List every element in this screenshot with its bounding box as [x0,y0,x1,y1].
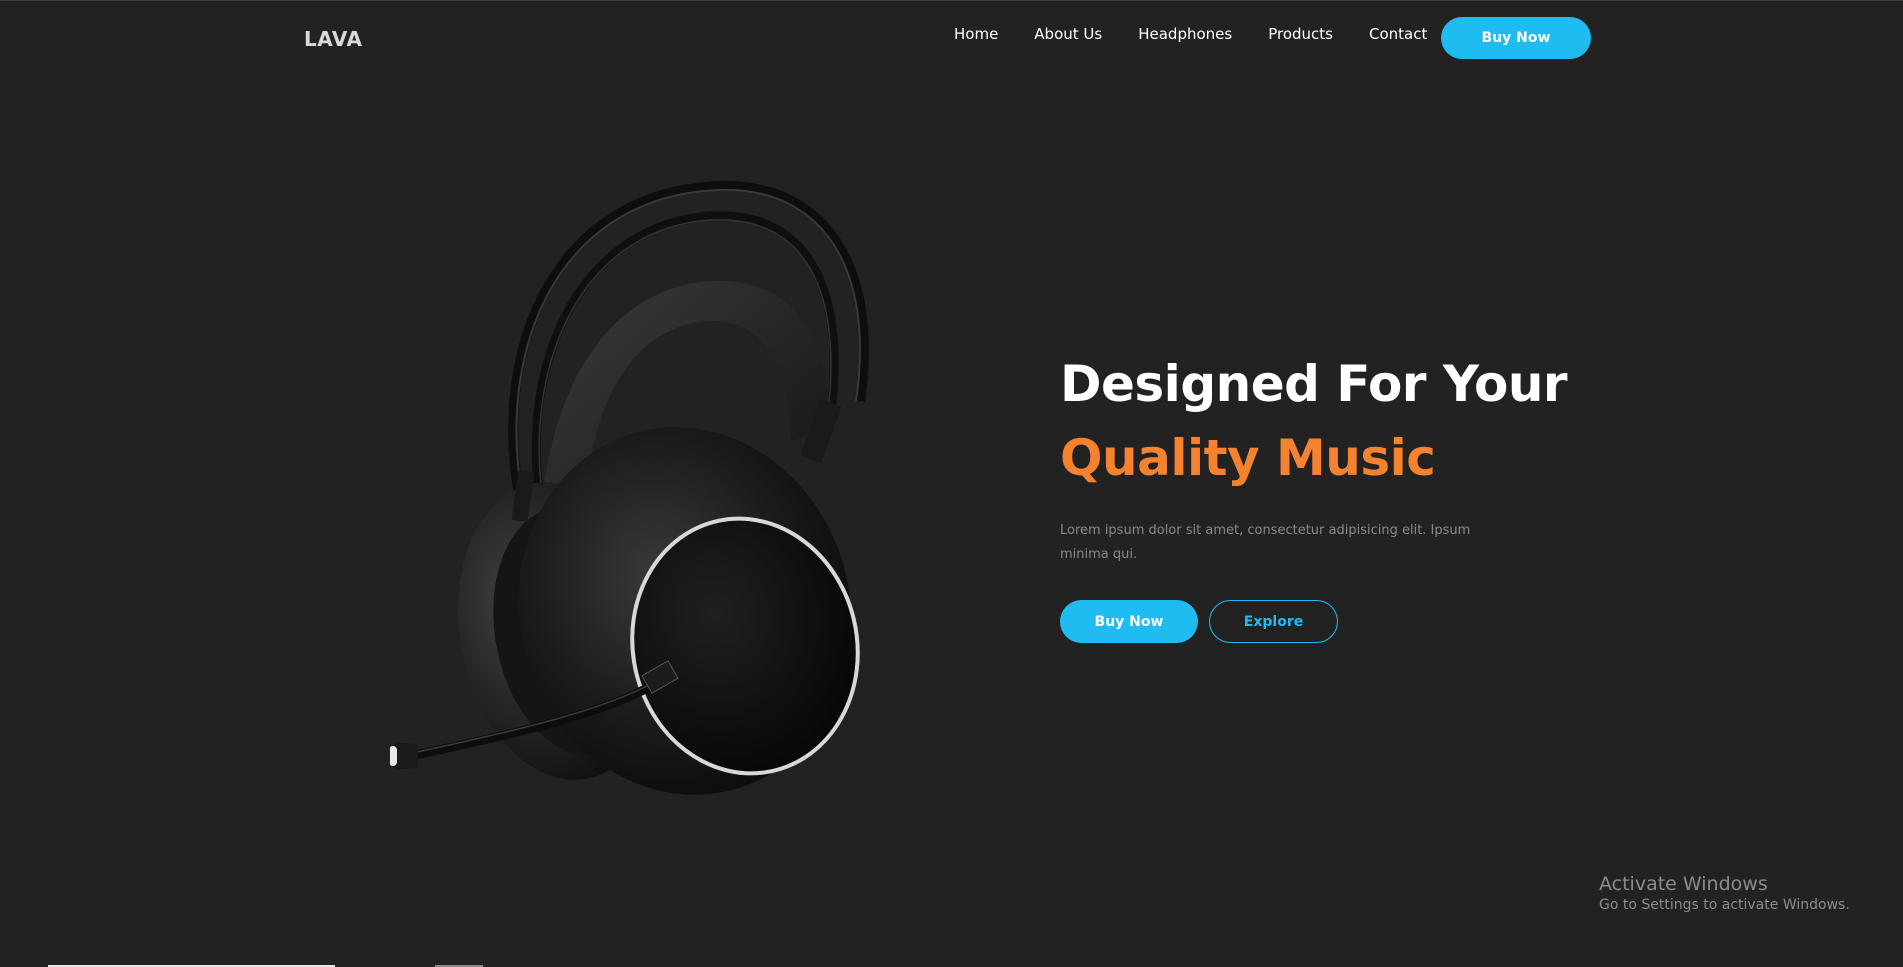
headphones-product-image [389,171,950,821]
header-buy-now-button[interactable]: Buy Now [1441,17,1591,59]
hero-explore-button[interactable]: Explore [1209,600,1338,643]
site-logo[interactable]: LAVA [304,27,362,51]
hero-headline: Designed For Your [1060,355,1568,413]
nav-home[interactable]: Home [954,25,998,43]
nav-contact[interactable]: Contact [1369,25,1427,43]
nav-about-us[interactable]: About Us [1034,25,1102,43]
windows-activation-watermark: Activate Windows Go to Settings to activ… [1599,873,1850,913]
watermark-title: Activate Windows [1599,873,1768,895]
hero-headline-accent: Quality Music [1060,429,1436,487]
main-nav: Home About Us Headphones Products Contac… [954,25,1463,43]
hero-buy-now-button[interactable]: Buy Now [1060,600,1198,643]
landing-page: LAVA Home About Us Headphones Products C… [0,0,1903,967]
watermark-subtitle: Go to Settings to activate Windows. [1599,897,1850,913]
hero-description: Lorem ipsum dolor sit amet, consectetur … [1060,523,1471,562]
nav-products[interactable]: Products [1268,25,1333,43]
nav-headphones[interactable]: Headphones [1138,25,1232,43]
